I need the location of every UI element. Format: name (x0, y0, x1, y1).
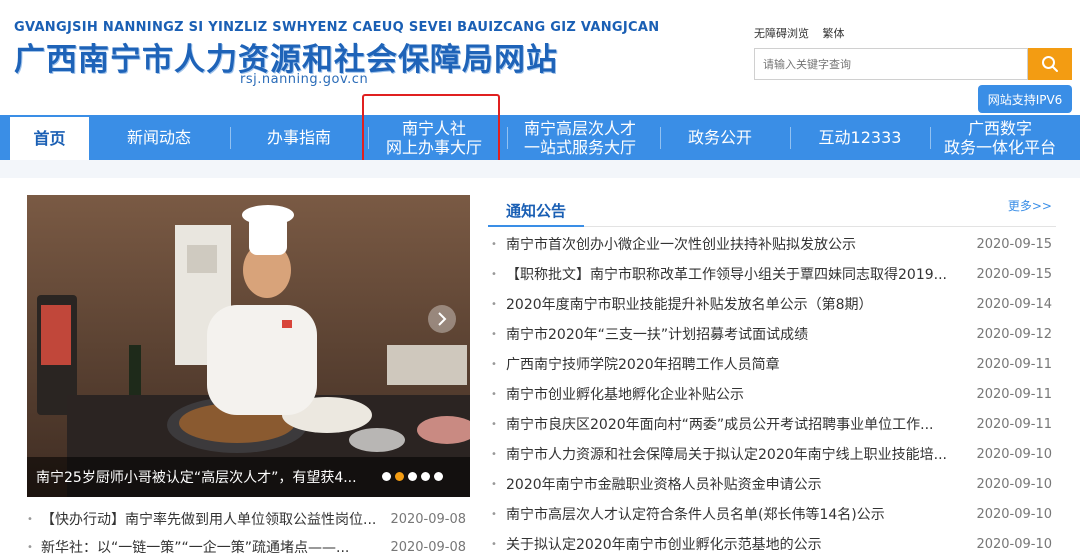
slideshow-dot[interactable] (382, 472, 391, 481)
notice-title[interactable]: 关于拟认定2020年南宁市创业孵化示范基地的公示 (506, 534, 954, 554)
notice-title[interactable]: 2020年度南宁市职业技能提升补贴发放名单公示（第8期） (506, 294, 954, 314)
list-item[interactable]: • 关于拟认定2020年南宁市创业孵化示范基地的公示 2020-09-10 (488, 529, 1056, 559)
notice-date: 2020-09-10 (976, 506, 1052, 522)
slideshow-dots (382, 472, 443, 481)
bullet-icon: • (27, 513, 33, 525)
bullet-icon: • (491, 298, 497, 310)
tab-notices[interactable]: 通知公告 (488, 195, 585, 227)
list-item[interactable]: • 南宁市人力资源和社会保障局关于拟认定2020年南宁线上职业技能培... 2020… (488, 439, 1056, 469)
traditional-chinese-link[interactable]: 繁体 (823, 27, 845, 40)
slideshow-dot[interactable] (434, 472, 443, 481)
notice-title[interactable]: 南宁市2020年“三支一扶”计划招募考试面试成绩 (506, 324, 954, 344)
notice-title[interactable]: 南宁市高层次人才认定符合条件人员名单(郑长伟等14名)公示 (506, 504, 954, 524)
notice-date: 2020-09-15 (976, 266, 1052, 282)
notice-header: 通知公告 更多>> (488, 195, 1056, 227)
list-item[interactable]: • 新华社：以“一链一策”“一企一策”疏通堵点——... 2020-09-08 (27, 533, 470, 559)
slideshow-dot[interactable] (421, 472, 430, 481)
ipv6-badge[interactable]: 网站支持IPV6 (978, 85, 1072, 113)
notice-date: 2020-09-10 (976, 476, 1052, 492)
notice-date: 2020-09-14 (976, 296, 1052, 312)
list-item[interactable]: • 【快办行动】南宁率先做到用人单位领取公益性岗位... 2020-09-08 (27, 505, 470, 533)
list-item[interactable]: • 2020年南宁市金融职业资格人员补贴资金申请公示 2020-09-10 (488, 469, 1056, 499)
main-nav: 首页 新闻动态 办事指南 南宁人社 网上办事大厅 南宁高层次人才 一站式服务大厅… (0, 115, 1080, 160)
site-domain: rsj.nanning.gov.cn (240, 72, 369, 87)
nav-divider (368, 127, 369, 149)
notice-title[interactable]: 广西南宁技师学院2020年招聘工作人员简章 (506, 354, 954, 374)
bullet-icon: • (491, 448, 497, 460)
nav-guide[interactable]: 办事指南 (240, 115, 358, 160)
notice-title[interactable]: 2020年南宁市金融职业资格人员补贴资金申请公示 (506, 474, 954, 494)
list-item[interactable]: • 【职称批文】南宁市职称改革工作领导小组关于覃四妹同志取得2019... 2020… (488, 259, 1056, 289)
nav-online-service-hall[interactable]: 南宁人社 网上办事大厅 (372, 115, 496, 160)
list-item[interactable]: • 南宁市良庆区2020年面向村“两委”成员公开考试招聘事业单位工作... 2020… (488, 409, 1056, 439)
chef-cooking-photo (27, 195, 470, 497)
notice-panel: 通知公告 更多>> • 南宁市首次创办小微企业一次性创业扶持补贴拟发放公示 2020… (488, 195, 1056, 559)
nav-divider (230, 127, 231, 149)
nav-digital-government[interactable]: 广西数字 政务一体化平台 (935, 115, 1065, 160)
site-header: GVANGJSIH NANNINGZ SI YINZLIZ SWHYENZ CA… (0, 0, 1080, 115)
top-links: 无障碍浏览 繁体 (754, 25, 855, 41)
nav-divider (660, 127, 661, 149)
bullet-icon: • (27, 541, 33, 553)
slideshow-next-button[interactable] (428, 305, 456, 333)
bullet-icon: • (491, 538, 497, 550)
bullet-icon: • (491, 478, 497, 490)
news-title[interactable]: 新华社：以“一链一策”“一企一策”疏通堵点——... (41, 537, 376, 557)
search-box (754, 48, 1028, 80)
bullet-icon: • (491, 268, 497, 280)
bullet-icon: • (491, 418, 497, 430)
chevron-right-icon (438, 312, 447, 326)
bullet-icon: • (491, 238, 497, 250)
bullet-icon: • (491, 328, 497, 340)
bullet-icon: • (491, 388, 497, 400)
slideshow-dot-active[interactable] (395, 472, 404, 481)
list-item[interactable]: • 南宁市高层次人才认定符合条件人员名单(郑长伟等14名)公示 2020-09-10 (488, 499, 1056, 529)
list-item[interactable]: • 2020年度南宁市职业技能提升补贴发放名单公示（第8期） 2020-09-14 (488, 289, 1056, 319)
news-date: 2020-09-08 (390, 511, 466, 527)
notice-list: • 南宁市首次创办小微企业一次性创业扶持补贴拟发放公示 2020-09-15 • 【职… (488, 227, 1056, 559)
notice-date: 2020-09-10 (976, 446, 1052, 462)
list-item[interactable]: • 南宁市首次创办小微企业一次性创业扶持补贴拟发放公示 2020-09-15 (488, 229, 1056, 259)
list-item[interactable]: • 南宁市创业孵化基地孵化企业补贴公示 2020-09-11 (488, 379, 1056, 409)
search-button[interactable] (1028, 48, 1072, 80)
notice-date: 2020-09-11 (976, 386, 1052, 402)
bullet-icon: • (491, 508, 497, 520)
notice-title[interactable]: 南宁市良庆区2020年面向村“两委”成员公开考试招聘事业单位工作... (506, 414, 954, 434)
nav-home[interactable]: 首页 (10, 115, 89, 160)
list-item[interactable]: • 南宁市2020年“三支一扶”计划招募考试面试成绩 2020-09-12 (488, 319, 1056, 349)
notice-title[interactable]: 南宁市创业孵化基地孵化企业补贴公示 (506, 384, 954, 404)
notice-title[interactable]: 南宁市首次创办小微企业一次性创业扶持补贴拟发放公示 (506, 234, 954, 254)
notice-date: 2020-09-15 (976, 236, 1052, 252)
left-news-list: • 【快办行动】南宁率先做到用人单位领取公益性岗位... 2020-09-08 … (27, 505, 470, 559)
notice-date: 2020-09-11 (976, 416, 1052, 432)
nav-government-affairs[interactable]: 政务公开 (665, 115, 775, 160)
nav-news[interactable]: 新闻动态 (100, 115, 218, 160)
notice-date: 2020-09-12 (976, 326, 1052, 342)
accessibility-link[interactable]: 无障碍浏览 (754, 27, 809, 40)
search-input[interactable] (755, 49, 1027, 79)
notice-date: 2020-09-10 (976, 536, 1052, 552)
logo-pinyin: GVANGJSIH NANNINGZ SI YINZLIZ SWHYENZ CA… (14, 20, 660, 35)
notice-title[interactable]: 【职称批文】南宁市职称改革工作领导小组关于覃四妹同志取得2019... (506, 264, 954, 284)
list-item[interactable]: • 广西南宁技师学院2020年招聘工作人员简章 2020-09-11 (488, 349, 1056, 379)
news-title[interactable]: 【快办行动】南宁率先做到用人单位领取公益性岗位... (41, 509, 376, 529)
slideshow-image[interactable] (27, 195, 470, 497)
bullet-icon: • (491, 358, 497, 370)
nav-talent-service-hall[interactable]: 南宁高层次人才 一站式服务大厅 (510, 115, 650, 160)
nav-divider (930, 127, 931, 149)
notice-title[interactable]: 南宁市人力资源和社会保障局关于拟认定2020年南宁线上职业技能培... (506, 444, 954, 464)
news-date: 2020-09-08 (390, 539, 466, 555)
more-link[interactable]: 更多>> (1008, 197, 1052, 214)
notice-date: 2020-09-11 (976, 356, 1052, 372)
nav-divider (790, 127, 791, 149)
content-background (0, 160, 1080, 178)
search-icon (1042, 56, 1058, 72)
slideshow-dot[interactable] (408, 472, 417, 481)
nav-divider (507, 127, 508, 149)
nav-interact-12333[interactable]: 互动12333 (795, 115, 925, 160)
